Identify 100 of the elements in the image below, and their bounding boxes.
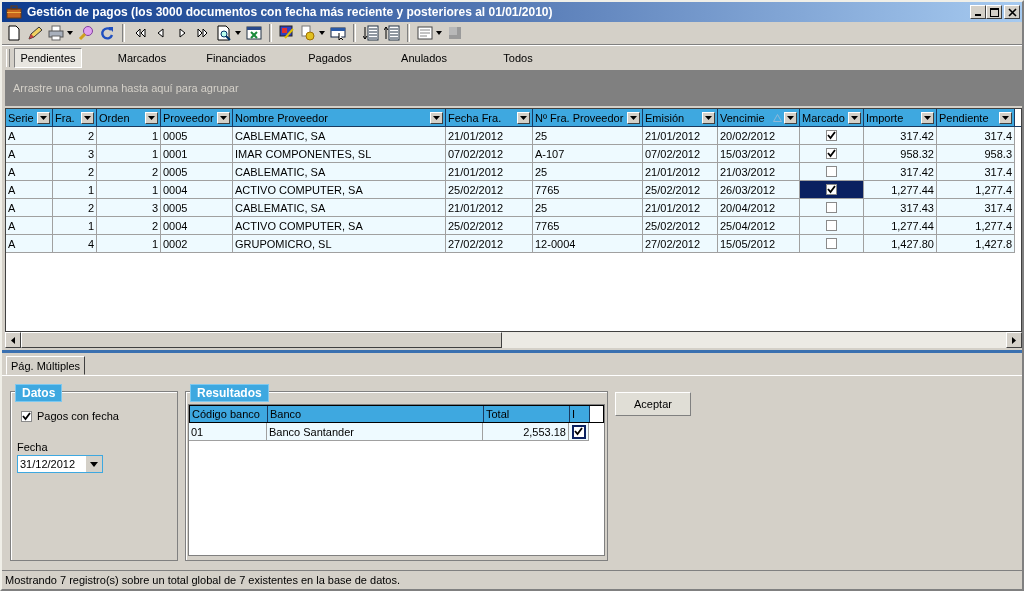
table-cell: 1,277.44 xyxy=(864,181,937,199)
filter-tab[interactable]: Pagados xyxy=(284,48,376,68)
print-preview-icon[interactable] xyxy=(216,25,232,41)
caret-icon[interactable] xyxy=(220,115,227,120)
column-header[interactable]: Pendiente xyxy=(937,109,1015,126)
table-cell[interactable] xyxy=(800,145,864,163)
spreadsheet-icon[interactable] xyxy=(246,25,262,41)
table-cell: 0001 xyxy=(161,145,233,163)
column-header[interactable]: Marcado xyxy=(800,109,864,126)
scrollbar-thumb[interactable] xyxy=(21,332,502,348)
caret-icon[interactable] xyxy=(851,115,858,120)
checkbox[interactable] xyxy=(826,202,837,213)
checkbox[interactable] xyxy=(826,184,837,195)
column-header[interactable]: Fra. xyxy=(53,109,97,126)
table-cell: 1 xyxy=(53,181,97,199)
caret-icon[interactable] xyxy=(433,115,440,120)
checkbox[interactable] xyxy=(826,238,837,249)
table-cell[interactable] xyxy=(800,181,864,199)
scroll-left-button[interactable] xyxy=(5,332,21,348)
pencil-icon[interactable] xyxy=(27,25,43,41)
filter-dropdown-button[interactable] xyxy=(999,111,1012,124)
column-header[interactable]: I xyxy=(570,406,590,422)
new-document-icon[interactable] xyxy=(6,25,22,41)
column-header[interactable]: Vencimie xyxy=(718,109,800,126)
filter-dropdown-button[interactable] xyxy=(145,111,158,124)
filter-tab[interactable]: Anulados xyxy=(378,48,470,68)
caret-icon[interactable] xyxy=(787,115,794,120)
checkbox[interactable] xyxy=(826,130,837,141)
column-header[interactable]: Nombre Proveedor xyxy=(233,109,446,126)
refresh-icon[interactable] xyxy=(99,25,115,41)
scroll-right-button[interactable] xyxy=(1006,332,1022,348)
panel-title: Resultados xyxy=(190,384,269,402)
column-header[interactable]: Serie xyxy=(6,109,53,126)
filter-dropdown-button[interactable] xyxy=(37,111,50,124)
minimize-button[interactable] xyxy=(970,5,986,19)
column-header[interactable]: Código banco xyxy=(190,406,268,422)
monitor-icon[interactable] xyxy=(279,25,295,41)
filter-dropdown-button[interactable] xyxy=(217,111,230,124)
table-cell[interactable] xyxy=(800,163,864,181)
checkbox[interactable] xyxy=(826,166,837,177)
table-cell: A xyxy=(6,235,53,253)
right-arrow-icon[interactable] xyxy=(1012,336,1016,344)
filter-tab[interactable]: Financiados xyxy=(190,48,282,68)
column-header[interactable]: Fecha Fra. xyxy=(446,109,533,126)
sort-ascending-icon[interactable] xyxy=(384,25,400,41)
filter-dropdown-button[interactable] xyxy=(784,111,797,124)
table-cell: 317.4 xyxy=(937,163,1015,181)
filter-tab[interactable]: Marcados xyxy=(96,48,188,68)
table-cell: 21/03/2012 xyxy=(718,163,800,181)
caret-icon[interactable] xyxy=(1002,115,1009,120)
filter-dropdown-button[interactable] xyxy=(848,111,861,124)
left-arrow-icon[interactable] xyxy=(11,336,15,344)
filter-dropdown-button[interactable] xyxy=(627,111,640,124)
column-header[interactable]: Banco xyxy=(268,406,484,422)
caret-icon[interactable] xyxy=(148,115,155,120)
table-cell[interactable] xyxy=(800,127,864,145)
page-tab[interactable]: Pág. Múltiples xyxy=(6,356,86,375)
table-cell: 0005 xyxy=(161,127,233,145)
filter-dropdown-button[interactable] xyxy=(921,111,934,124)
column-header[interactable]: Total xyxy=(484,406,570,422)
table-cell[interactable] xyxy=(800,199,864,217)
caret-icon[interactable] xyxy=(705,115,712,120)
column-header[interactable]: Importe xyxy=(864,109,937,126)
table-cell: 26/03/2012 xyxy=(718,181,800,199)
checkbox[interactable] xyxy=(826,220,837,231)
checkbox[interactable] xyxy=(21,410,32,422)
caret-icon[interactable] xyxy=(924,115,931,120)
date-field[interactable]: 31/12/2012 xyxy=(17,455,103,473)
filter-dropdown-button[interactable] xyxy=(702,111,715,124)
table-cell: 07/02/2012 xyxy=(643,145,718,163)
printer-icon[interactable] xyxy=(48,25,64,41)
caret-icon[interactable] xyxy=(40,115,47,120)
accept-button[interactable]: Aceptar xyxy=(615,392,691,416)
column-header[interactable]: Nº Fra. Proveedor xyxy=(533,109,643,126)
sort-descending-icon[interactable] xyxy=(363,25,379,41)
column-header[interactable]: Emisión xyxy=(643,109,718,126)
search-icon[interactable] xyxy=(78,25,94,41)
caret-icon[interactable] xyxy=(436,31,442,35)
filter-dropdown-button[interactable] xyxy=(430,111,443,124)
table-cell[interactable] xyxy=(800,217,864,235)
column-header[interactable]: Proveedor xyxy=(161,109,233,126)
checkbox[interactable] xyxy=(826,148,837,159)
horizontal-scrollbar[interactable] xyxy=(5,332,1022,348)
caret-icon[interactable] xyxy=(84,115,91,120)
table-cell[interactable] xyxy=(800,235,864,253)
filter-tab[interactable]: Pendientes xyxy=(14,48,82,68)
group-by-hint: Arrastre una columna hasta aquí para agrupar xyxy=(13,82,239,94)
checkbox[interactable] xyxy=(571,424,586,439)
caret-icon[interactable] xyxy=(319,31,325,35)
caret-icon[interactable] xyxy=(520,115,527,120)
filter-tab[interactable]: Todos xyxy=(472,48,564,68)
column-label: Emisión xyxy=(645,111,686,124)
caret-icon[interactable] xyxy=(630,115,637,120)
grid-pointer-icon[interactable] xyxy=(330,25,346,41)
caret-icon[interactable] xyxy=(235,31,241,35)
column-header[interactable]: Orden xyxy=(97,109,161,126)
filter-dropdown-button[interactable] xyxy=(517,111,530,124)
column-label: Nº Fra. Proveedor xyxy=(535,111,625,124)
caret-icon[interactable] xyxy=(67,31,73,35)
filter-dropdown-button[interactable] xyxy=(81,111,94,124)
